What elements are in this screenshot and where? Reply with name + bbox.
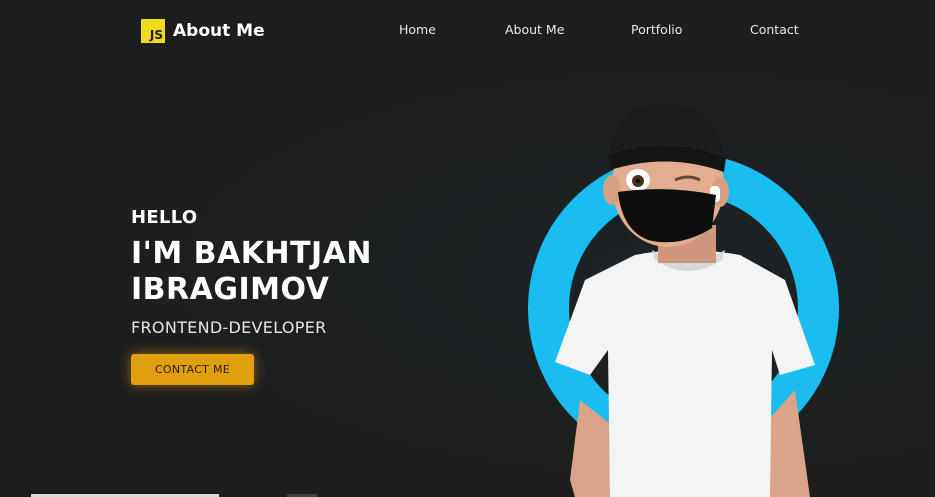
hero-name: I'M BAKHTJAN IBRAGIMOV: [131, 236, 431, 308]
nav-link-portfolio[interactable]: Portfolio: [631, 22, 682, 37]
portrait-avatar: [555, 103, 815, 497]
hero-greeting: HELLO: [131, 207, 198, 228]
hero-name-line-2: IBRAGIMOV: [131, 272, 330, 307]
hero-role: FRONTEND-DEVELOPER: [131, 318, 327, 337]
contact-me-button[interactable]: CONTACT ME: [131, 354, 254, 385]
nav-link-about-me[interactable]: About Me: [505, 22, 564, 37]
main-nav: Home About Me Portfolio Contact: [0, 22, 935, 42]
nav-link-contact[interactable]: Contact: [750, 22, 799, 37]
nav-link-home[interactable]: Home: [399, 22, 436, 37]
hero-name-line-1: I'M BAKHTJAN: [131, 236, 373, 271]
